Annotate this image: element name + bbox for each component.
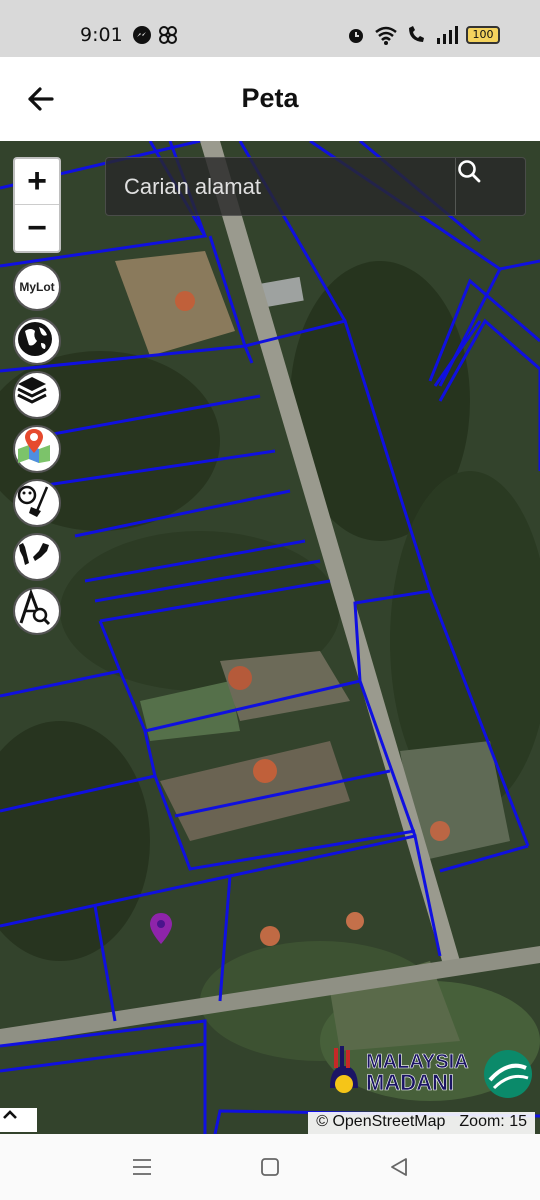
malaysia-madani-logo: MALAYSIA MADANI: [326, 1046, 536, 1104]
address-search-box: [105, 157, 526, 216]
zoom-control: + −: [13, 157, 61, 253]
zoom-in-button[interactable]: +: [15, 159, 59, 205]
map-view[interactable]: + − MyLot MAL: [0, 141, 540, 1134]
signal-icon: [437, 26, 458, 44]
address-search-input[interactable]: [106, 158, 456, 215]
home-button[interactable]: [255, 1154, 285, 1180]
measure-button[interactable]: [13, 587, 61, 635]
status-time: 9:01: [80, 24, 123, 46]
globe-icon: [18, 322, 52, 356]
map-pin-button[interactable]: [13, 425, 61, 473]
zoom-level-text: Zoom: 15: [459, 1113, 527, 1130]
satellite-imagery: [0, 141, 540, 1134]
page-title: Peta: [241, 83, 299, 113]
measure-search-icon: [19, 589, 51, 626]
map-pin-icon: [18, 429, 50, 463]
chevron-up-icon: [3, 1110, 17, 1119]
wifi-icon: [375, 26, 397, 45]
app-bar: Peta: [0, 57, 540, 141]
logo-line2: MADANI: [366, 1070, 454, 1095]
expand-panel-button[interactable]: [0, 1108, 37, 1132]
map-attribution: © OpenStreetMap Zoom: 15: [308, 1112, 535, 1134]
jupem-logo-icon: [484, 1050, 532, 1098]
battery-icon: 100: [466, 26, 500, 44]
messenger-icon: [133, 26, 151, 44]
madani-emblem-icon: [330, 1046, 358, 1093]
mylot-button[interactable]: MyLot: [13, 263, 61, 311]
globe-button[interactable]: [13, 317, 61, 365]
layers-button[interactable]: [13, 371, 61, 419]
layers-icon: [17, 377, 47, 404]
search-icon: [458, 160, 481, 183]
mylot-logo: MyLot: [19, 280, 55, 294]
zoom-out-button[interactable]: −: [15, 205, 59, 251]
alarm-icon: [349, 29, 363, 43]
status-bar: 9:01 100: [0, 0, 540, 57]
pinwheel-icon: [159, 26, 177, 44]
attribution-text[interactable]: © OpenStreetMap: [316, 1113, 445, 1133]
clear-button[interactable]: [13, 479, 61, 527]
recent-apps-button[interactable]: [127, 1154, 157, 1180]
system-nav-bar: [0, 1134, 540, 1200]
broom-icon: [17, 485, 49, 517]
back-icon: [391, 1158, 407, 1176]
menu-icon: [133, 1159, 151, 1175]
system-back-button[interactable]: [384, 1154, 414, 1180]
search-button[interactable]: [455, 158, 525, 215]
home-icon: [261, 1158, 279, 1176]
malaysia-map-icon: [19, 543, 49, 565]
malaysia-button[interactable]: [13, 533, 61, 581]
wifi-call-icon: [409, 26, 424, 42]
